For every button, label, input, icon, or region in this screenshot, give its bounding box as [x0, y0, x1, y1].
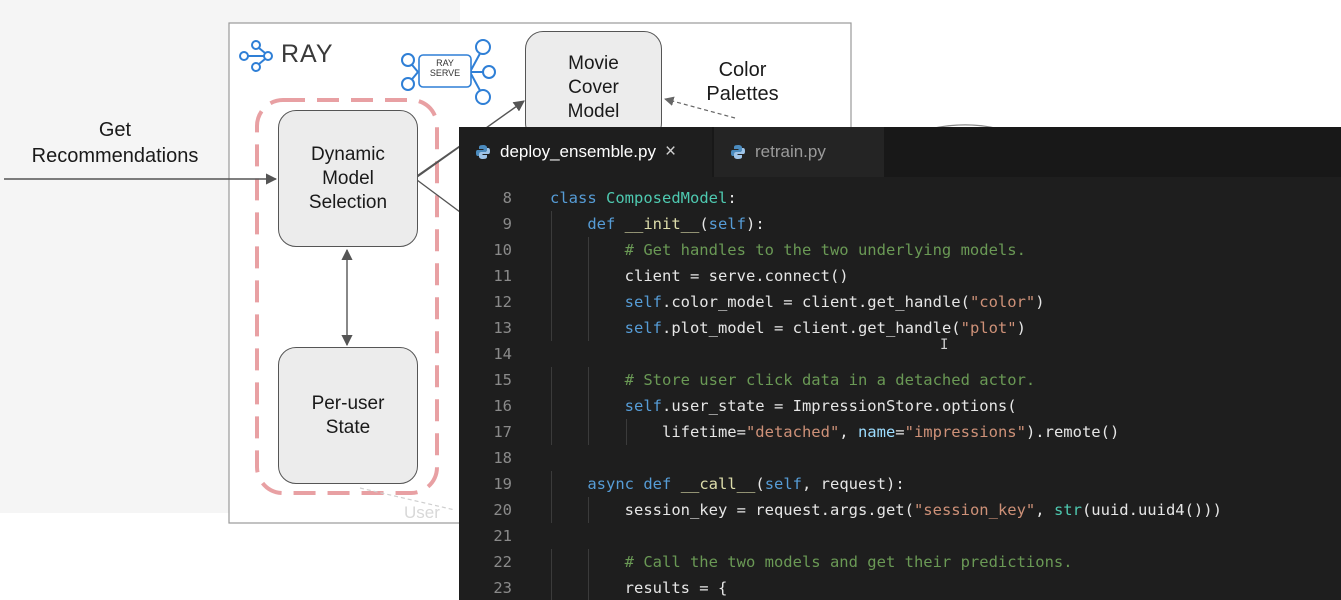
- code-line: 21: [459, 523, 1341, 549]
- text-cursor-icon: I: [940, 337, 949, 353]
- line-number: 17: [493, 423, 512, 441]
- code-line: 14: [459, 341, 1341, 367]
- color-palettes-label: Color Palettes: [706, 59, 779, 105]
- code-text: class ComposedModel:: [550, 189, 737, 207]
- line-number: 10: [493, 241, 512, 259]
- line-number: 15: [493, 371, 512, 389]
- python-file-icon: [731, 145, 745, 159]
- code-text: lifetime="detached", name="impressions")…: [550, 423, 1120, 441]
- code-line: 11 client = serve.connect(): [459, 263, 1341, 289]
- code-text: self.color_model = client.get_handle("co…: [624, 293, 1045, 311]
- code-line: 22 # Call the two models and get their p…: [459, 549, 1341, 575]
- code-line: 9 def __init__(self):: [459, 211, 1341, 237]
- python-file-icon: [476, 145, 490, 159]
- movie-cover-model-node: Movie Cover Model: [525, 31, 662, 141]
- code-editor: deploy_ensemble.py × retrain.py 8 class C…: [459, 127, 1341, 600]
- code-line: 10 # Get handles to the two underlying m…: [459, 237, 1341, 263]
- code-line: 23 results = {: [459, 575, 1341, 600]
- code-line: 15 # Store user click data in a detached…: [459, 367, 1341, 393]
- code-text: session_key = request.args.get("session_…: [550, 501, 1222, 519]
- tab-retrain[interactable]: retrain.py: [714, 127, 884, 177]
- code-text: def __init__(self):: [587, 215, 765, 233]
- line-number: 22: [493, 553, 512, 571]
- line-number: 11: [493, 267, 512, 285]
- line-number: 19: [493, 475, 512, 493]
- code-line: 16 self.user_state = ImpressionStore.opt…: [459, 393, 1341, 419]
- code-line: 19 async def __call__(self, request):: [459, 471, 1341, 497]
- line-number: 12: [493, 293, 512, 311]
- code-text: # Store user click data in a detached ac…: [624, 371, 1036, 389]
- code-text: results = {: [550, 579, 728, 597]
- ray-serve-badge: RAY SERVE: [429, 58, 461, 78]
- per-user-state-node: Per-user State: [278, 347, 418, 484]
- code-text: self.plot_model = client.get_handle("plo…: [624, 319, 1026, 337]
- code-area[interactable]: 8 class ComposedModel: 9 def __init__(self…: [459, 185, 1341, 600]
- faded-user-label: User: [404, 503, 440, 522]
- ray-logo-text: RAY: [281, 40, 334, 68]
- line-number: 8: [502, 189, 512, 207]
- code-line: 12 self.color_model = client.get_handle(…: [459, 289, 1341, 315]
- line-number: 18: [493, 449, 512, 467]
- tab-label: retrain.py: [755, 142, 826, 161]
- code-line: 13 self.plot_model = client.get_handle("…: [459, 315, 1341, 341]
- line-number: 13: [493, 319, 512, 337]
- line-number: 20: [493, 501, 512, 519]
- code-text: # Get handles to the two underlying mode…: [624, 241, 1026, 259]
- line-number: 9: [502, 215, 512, 233]
- code-text: self.user_state = ImpressionStore.option…: [624, 397, 1017, 415]
- code-text: async def __call__(self, request):: [587, 475, 905, 493]
- code-line: 17 lifetime="detached", name="impression…: [459, 419, 1341, 445]
- dynamic-model-selection-node: Dynamic Model Selection: [278, 110, 418, 247]
- tab-deploy-ensemble[interactable]: deploy_ensemble.py ×: [459, 127, 712, 177]
- line-number: 21: [493, 527, 512, 545]
- code-text: # Call the two models and get their pred…: [624, 553, 1073, 571]
- close-icon[interactable]: ×: [665, 141, 676, 163]
- code-line: 18: [459, 445, 1341, 471]
- input-label: Get Recommendations: [31, 119, 199, 167]
- code-line: 8 class ComposedModel:: [459, 185, 1341, 211]
- code-line: 20 session_key = request.args.get("sessi…: [459, 497, 1341, 523]
- line-number: 23: [493, 579, 512, 597]
- editor-tab-bar: deploy_ensemble.py × retrain.py: [459, 127, 1341, 177]
- line-number: 14: [493, 345, 512, 363]
- tab-label: deploy_ensemble.py: [500, 142, 656, 161]
- code-text: client = serve.connect(): [550, 267, 849, 285]
- line-number: 16: [493, 397, 512, 415]
